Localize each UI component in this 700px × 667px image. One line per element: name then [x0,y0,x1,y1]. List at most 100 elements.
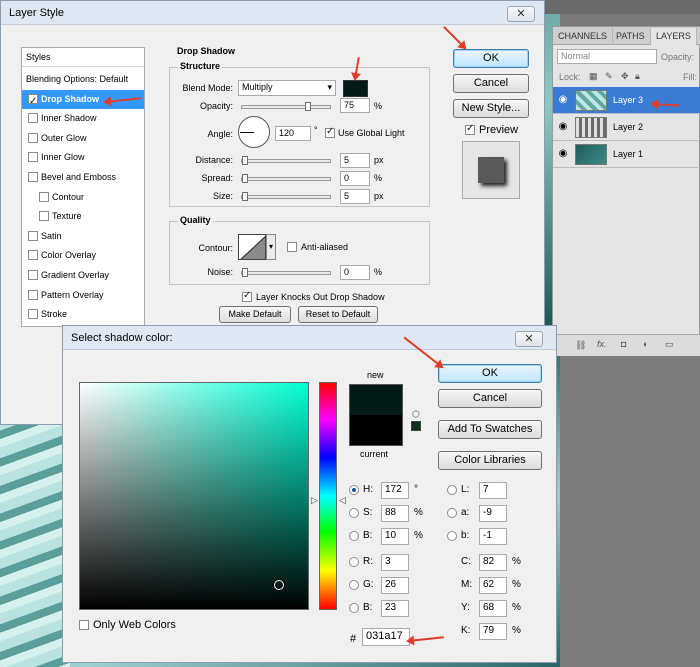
opacity-slider[interactable] [241,102,331,111]
style-item[interactable]: Satin [22,227,144,246]
picker-ok-button[interactable]: OK [438,364,542,383]
color-field-input[interactable]: 3 [381,554,409,571]
lock-brush-icon[interactable]: ✎ [605,71,613,82]
only-web-colors-checkbox[interactable] [79,620,89,630]
reset-default-button[interactable]: Reset to Default [298,306,378,323]
style-item-checkbox[interactable] [28,92,38,111]
distance-input[interactable]: 5 [340,153,370,168]
layer-blend-mode-select[interactable]: Normal [557,49,657,64]
styles-header[interactable]: Styles [22,48,144,67]
style-item[interactable]: Bevel and Emboss [22,168,144,187]
style-item-checkbox[interactable] [28,309,38,320]
tab-paths[interactable]: PATHS [611,28,651,45]
color-field-input[interactable]: 82 [479,554,507,571]
contour-preview[interactable] [238,234,266,260]
color-field-input[interactable]: 68 [479,600,507,617]
layer-name[interactable]: Layer 1 [613,149,643,159]
color-mode-radio[interactable] [447,485,457,495]
color-mode-radio[interactable] [349,603,359,613]
color-libraries-button[interactable]: Color Libraries [438,451,542,470]
shadow-color-swatch[interactable] [343,80,368,97]
angle-input[interactable]: 120 [275,126,311,141]
style-item[interactable]: Texture [22,207,144,226]
opacity-input[interactable]: 75 [340,98,370,113]
color-field-input[interactable]: 62 [479,577,507,594]
layer-row[interactable]: ◉ Layer 2 [553,114,700,141]
new-style-button[interactable]: New Style... [453,99,529,118]
color-field-input[interactable]: 23 [381,600,409,617]
size-slider-thumb[interactable] [242,192,248,201]
tab-layers[interactable]: LAYERS [651,28,697,45]
style-item-checkbox[interactable] [28,289,38,300]
layer-row[interactable]: ◉ Layer 3 [553,87,700,114]
color-mode-radio[interactable] [447,531,457,541]
color-mode-radio[interactable] [349,508,359,518]
spread-slider[interactable] [241,174,331,183]
color-mode-radio[interactable] [349,531,359,541]
anti-aliased-checkbox[interactable] [287,242,297,252]
close-icon[interactable]: ✕ [515,331,543,347]
layer-row[interactable]: ◉ Layer 1 [553,141,700,168]
color-field-input[interactable]: 10 [381,528,409,545]
color-field-input[interactable]: 7 [479,482,507,499]
close-icon[interactable]: ✕ [507,6,535,22]
style-item[interactable]: Gradient Overlay [22,266,144,285]
hex-input[interactable]: 031a17 [362,628,410,646]
picker-cancel-button[interactable]: Cancel [438,389,542,408]
knocks-out-checkbox[interactable] [242,290,252,302]
style-item[interactable]: Color Overlay [22,246,144,265]
style-item[interactable]: Inner Shadow [22,109,144,128]
preview-checkbox[interactable] [465,123,475,135]
color-field-input[interactable]: -9 [479,505,507,522]
style-item[interactable]: Inner Glow [22,148,144,167]
color-field-cursor[interactable] [274,580,284,590]
contour-dropdown-icon[interactable]: ▾ [266,234,276,260]
size-input[interactable]: 5 [340,189,370,204]
noise-slider[interactable] [241,268,331,277]
current-color-swatch[interactable] [349,415,403,446]
style-item[interactable]: Contour [22,188,144,207]
angle-dial[interactable] [238,116,270,148]
add-to-swatches-button[interactable]: Add To Swatches [438,420,542,439]
style-item-checkbox[interactable] [28,152,38,163]
use-global-light-checkbox[interactable] [325,126,335,138]
lock-move-icon[interactable]: ✥ [621,71,629,82]
adjustment-icon[interactable]: ◐ [643,339,648,349]
spread-slider-thumb[interactable] [242,174,248,183]
distance-slider-thumb[interactable] [242,156,248,165]
style-item-checkbox[interactable] [28,172,38,182]
style-item[interactable]: Outer Glow [22,129,144,148]
layer-name[interactable]: Layer 2 [613,122,643,132]
mask-icon[interactable]: ◘ [621,339,626,349]
style-item-checkbox[interactable] [39,191,49,202]
style-item-checkbox[interactable] [28,270,38,280]
eye-icon[interactable]: ◉ [556,93,570,107]
folder-icon[interactable]: ▭ [665,339,674,350]
style-item-checkbox[interactable] [28,132,38,143]
hue-right-marker-icon[interactable]: ◁ [339,495,346,506]
opacity-slider-thumb[interactable] [305,102,311,111]
style-item-checkbox[interactable] [28,113,38,124]
color-field-input[interactable]: -1 [479,528,507,545]
noise-input[interactable]: 0 [340,265,370,280]
link-icon[interactable]: ⛓ [575,340,586,351]
color-field-input[interactable]: 88 [381,505,409,522]
blend-mode-select[interactable]: Multiply ▾ [238,80,336,96]
spread-input[interactable]: 0 [340,171,370,186]
eye-icon[interactable]: ◉ [556,120,570,134]
style-item[interactable]: Stroke [22,305,144,324]
size-slider[interactable] [241,192,331,201]
lock-all-icon[interactable]: 🔒︎ [635,71,640,82]
style-item[interactable]: Pattern Overlay [22,286,144,305]
style-item[interactable]: Blending Options: Default [22,70,144,89]
color-mode-radio[interactable] [349,557,359,567]
color-field-input[interactable]: 79 [479,623,507,640]
style-item-checkbox[interactable] [28,250,38,261]
color-field[interactable] [79,382,309,610]
lock-transparent-icon[interactable]: ▦ [589,71,598,82]
fx-icon[interactable]: fx. [597,339,607,349]
web-safe-swatch[interactable] [411,421,421,431]
color-mode-radio[interactable] [447,508,457,518]
make-default-button[interactable]: Make Default [219,306,291,323]
distance-slider[interactable] [241,156,331,165]
